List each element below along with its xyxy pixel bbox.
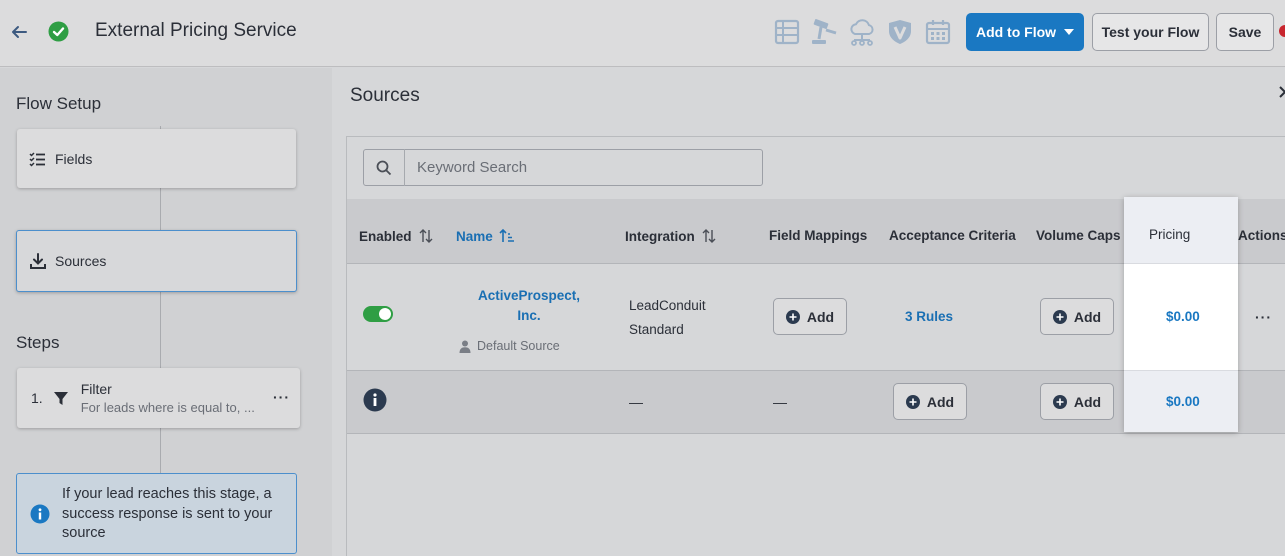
pricing-column-highlight: Pricing $0.00 $0.00	[1124, 197, 1238, 432]
add-volume-cap-button[interactable]: Add	[1040, 298, 1114, 335]
field-mappings-empty: —	[773, 394, 787, 410]
source-name-link[interactable]: ActiveProspect, Inc.	[470, 286, 588, 326]
default-source-tag: Default Source	[459, 339, 560, 353]
save-button[interactable]: Save	[1216, 13, 1274, 51]
filter-icon	[53, 392, 68, 405]
success-info-box: If your lead reaches this stage, a succe…	[16, 473, 297, 554]
step-number: 1.	[31, 390, 43, 406]
step-menu-icon[interactable]: ···	[273, 389, 290, 405]
info-message: If your lead reaches this stage, a succe…	[62, 486, 273, 541]
cloud-network-icon[interactable]	[847, 17, 877, 47]
add-acceptance-criteria-button[interactable]: Add	[893, 383, 967, 420]
add-to-flow-label: Add to Flow	[975, 24, 1057, 40]
add-label: Add	[806, 308, 835, 325]
pricing-value-link[interactable]: $0.00	[1166, 309, 1200, 324]
sidebar-item-label: Sources	[55, 253, 107, 269]
column-label: Name	[456, 228, 493, 244]
checklist-icon	[29, 151, 45, 167]
default-source-label: Default Source	[477, 339, 560, 353]
plus-circle-icon	[1052, 394, 1067, 409]
test-flow-button[interactable]: Test your Flow	[1092, 13, 1209, 51]
add-label: Add	[1073, 393, 1102, 410]
steps-heading: Steps	[16, 333, 60, 352]
column-enabled[interactable]: Enabled	[359, 228, 434, 244]
column-label: Integration	[625, 228, 695, 244]
calendar-icon[interactable]	[924, 17, 952, 47]
user-icon	[459, 340, 471, 353]
plus-circle-icon	[905, 394, 920, 409]
download-icon	[30, 253, 46, 269]
plus-circle-icon	[1052, 309, 1067, 324]
flow-setup-heading: Flow Setup	[16, 94, 102, 113]
column-field-mappings: Field Mappings	[769, 228, 868, 243]
page-title: External Pricing Service	[95, 20, 297, 41]
gavel-icon[interactable]	[810, 17, 838, 47]
check-circle-icon	[48, 21, 69, 42]
step-filter[interactable]: 1. Filter For leads where is equal to, .…	[17, 368, 300, 428]
acceptance-rules-link[interactable]: 3 Rules	[905, 309, 953, 324]
column-volume-caps: Volume Caps	[1036, 228, 1121, 243]
enabled-toggle[interactable]	[363, 306, 393, 322]
integration-name: LeadConduit	[629, 298, 706, 313]
column-actions: Actions	[1238, 228, 1285, 243]
row-actions-menu-icon[interactable]: ···	[1255, 309, 1272, 325]
add-to-flow-button[interactable]: Add to Flow	[966, 13, 1084, 51]
add-label: Add	[1073, 308, 1102, 325]
close-icon[interactable]	[1278, 85, 1285, 99]
sort-icon	[419, 229, 433, 243]
column-integration[interactable]: Integration	[625, 228, 717, 244]
search-icon	[376, 160, 392, 175]
shield-v-icon[interactable]	[886, 17, 914, 47]
search-box[interactable]	[363, 149, 763, 186]
info-icon[interactable]	[363, 388, 387, 412]
list-icon[interactable]	[773, 17, 801, 47]
pricing-value-link[interactable]: $0.00	[1166, 394, 1200, 409]
record-indicator-icon	[1279, 25, 1285, 37]
step-description: For leads where is equal to, ...	[80, 400, 255, 415]
search-divider	[404, 149, 405, 186]
integration-cell: LeadConduit Standard	[629, 294, 706, 342]
integration-type: Standard	[629, 322, 684, 337]
add-field-mapping-button[interactable]: Add	[773, 298, 847, 335]
caret-down-icon	[1064, 29, 1075, 35]
sidebar-item-label: Fields	[55, 150, 93, 167]
search-input[interactable]	[417, 159, 747, 176]
sort-ascending-icon	[499, 228, 514, 242]
pricing-header-cell: Pricing	[1124, 197, 1238, 264]
back-arrow-icon[interactable]	[9, 22, 29, 42]
sidebar-item-sources[interactable]: Sources	[16, 230, 297, 292]
column-pricing: Pricing	[1149, 227, 1191, 242]
add-label: Add	[926, 393, 955, 410]
pricing-cell: $0.00	[1124, 264, 1238, 371]
top-bar: External Pricing Service Add to Flow Tes…	[0, 0, 1285, 67]
info-icon	[30, 504, 50, 524]
step-title: Filter	[80, 381, 112, 397]
sort-icon	[702, 229, 716, 243]
column-acceptance-criteria: Acceptance Criteria	[889, 228, 1016, 243]
add-volume-cap-button[interactable]: Add	[1040, 383, 1114, 420]
integration-empty: —	[629, 394, 643, 410]
panel-title: Sources	[350, 85, 420, 106]
plus-circle-icon	[785, 309, 800, 324]
sidebar-item-fields[interactable]: Fields	[17, 129, 296, 188]
column-label: Enabled	[359, 228, 412, 244]
pricing-cell: $0.00	[1124, 371, 1238, 432]
column-name[interactable]: Name	[456, 228, 515, 244]
